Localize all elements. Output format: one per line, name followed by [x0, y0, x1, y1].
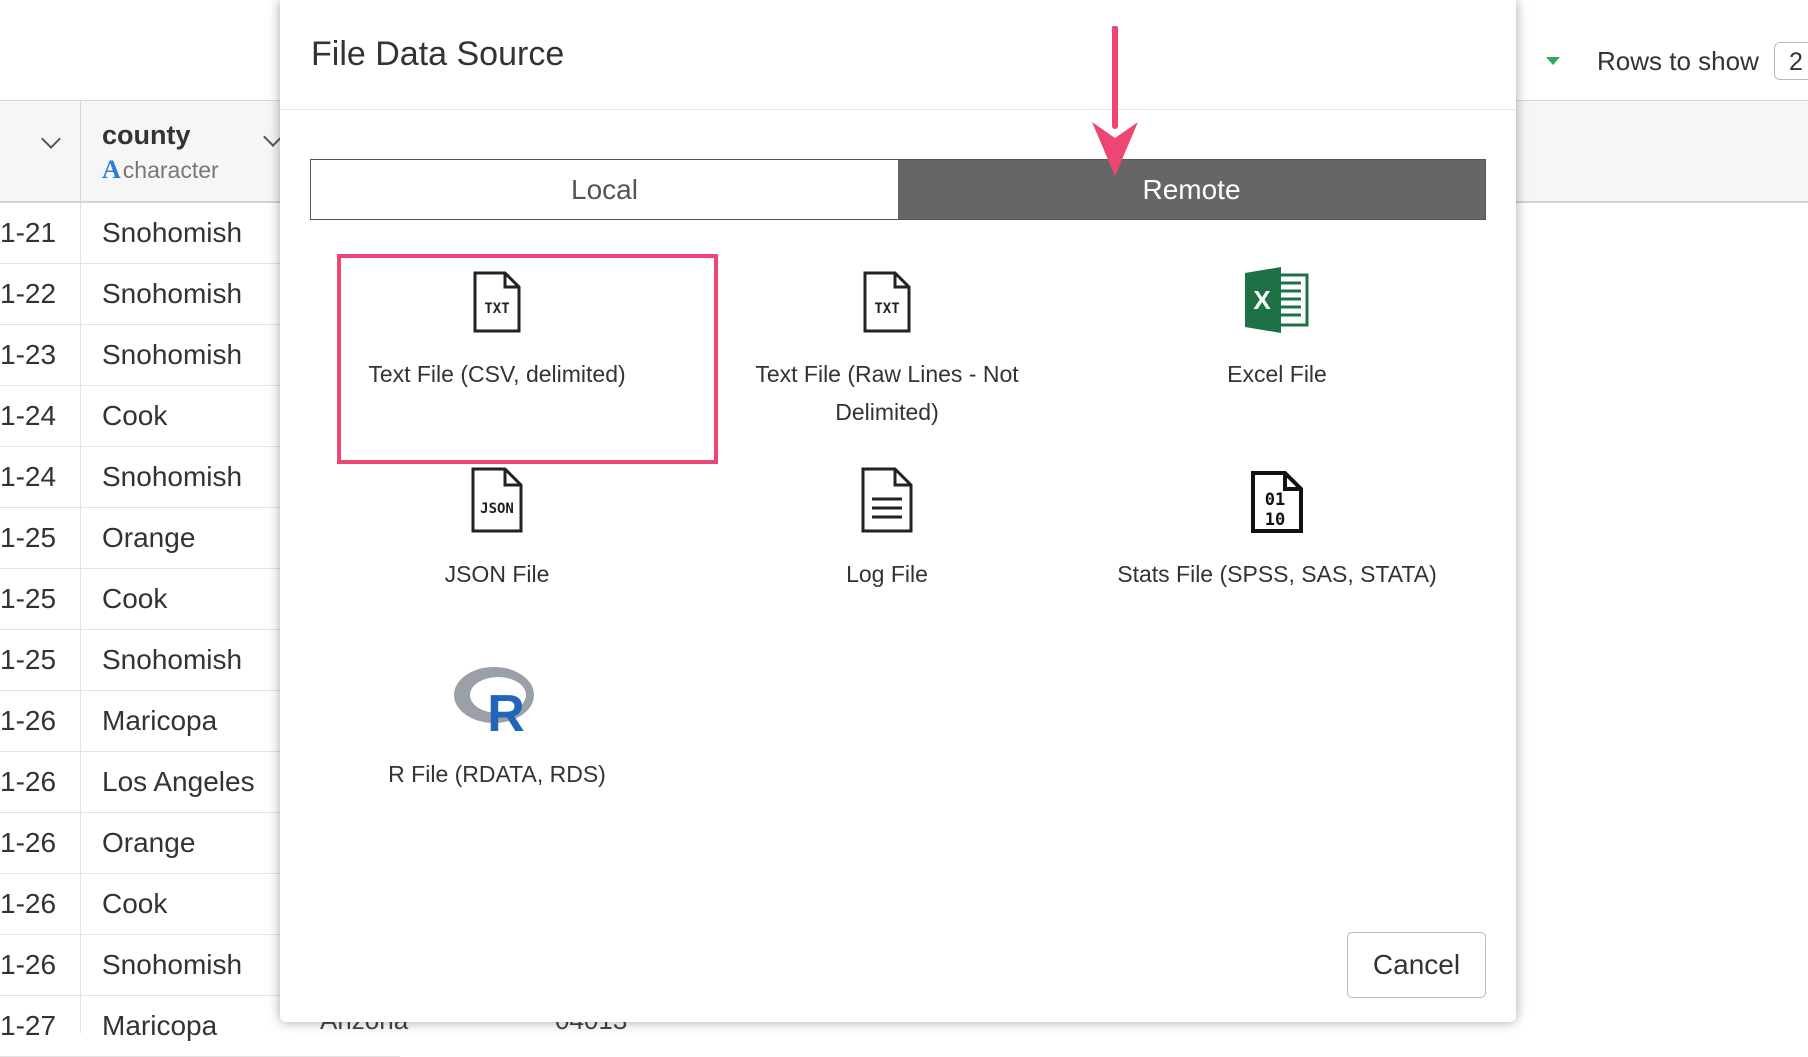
rows-to-show-label: Rows to show	[1597, 46, 1759, 76]
option-text-raw-lines[interactable]: TXT Text File (Raw Lines - Not Delimited…	[692, 263, 1082, 431]
county-cell: Cook	[102, 888, 168, 919]
option-label: Excel File	[1227, 361, 1327, 387]
date-cell: 1-26	[0, 766, 57, 797]
option-text-csv[interactable]: TXT Text File (CSV, delimited)	[302, 263, 692, 393]
date-cell: 1-27	[0, 1010, 57, 1041]
county-cell: Snohomish	[102, 461, 243, 492]
date-cell: 1-26	[0, 705, 57, 736]
excel-icon: X	[1245, 267, 1309, 333]
option-json[interactable]: JSON JSON File	[302, 463, 692, 593]
date-cell: 1-25	[0, 522, 57, 553]
txt-file-icon: TXT	[863, 271, 911, 333]
character-type-icon: A	[102, 155, 121, 184]
option-excel[interactable]: X Excel File	[1082, 263, 1472, 393]
tab-local[interactable]: Local	[311, 160, 898, 219]
file-data-source-dialog: File Data Source Local Remote TXT Text F…	[280, 0, 1516, 1022]
county-cell: Snohomish	[102, 949, 243, 980]
arrow-down-icon	[1092, 26, 1138, 176]
option-label: Log File	[846, 561, 928, 587]
county-cell: Los Angeles	[102, 766, 255, 797]
caret-down-icon[interactable]	[1546, 57, 1560, 65]
svg-text:TXT: TXT	[484, 301, 509, 317]
column-type-label: character	[122, 157, 219, 183]
option-label: R File (RDATA, RDS)	[388, 761, 606, 787]
binary-file-icon: 01 10	[1251, 471, 1303, 533]
date-cell: 1-23	[0, 339, 57, 370]
log-file-icon	[861, 467, 913, 533]
date-cell: 1-22	[0, 278, 57, 309]
date-cell: 1-25	[0, 644, 57, 675]
column-name[interactable]: county	[102, 120, 191, 151]
svg-text:10: 10	[1265, 510, 1285, 530]
cancel-button[interactable]: Cancel	[1347, 932, 1486, 998]
county-cell: Snohomish	[102, 217, 243, 248]
dialog-header: File Data Source	[280, 0, 1516, 110]
county-cell: Orange	[102, 827, 196, 858]
date-cell: 1-21	[0, 217, 57, 248]
date-cell: 1-24	[0, 400, 57, 431]
county-cell: Snohomish	[102, 278, 243, 309]
svg-text:X: X	[1253, 285, 1271, 315]
county-cell: Maricopa	[102, 705, 218, 736]
date-cell: 1-24	[0, 461, 57, 492]
county-cell: Snohomish	[102, 339, 243, 370]
svg-text:TXT: TXT	[874, 301, 899, 317]
json-file-icon: JSON	[471, 467, 523, 533]
date-cell: 1-26	[0, 888, 57, 919]
option-label: Stats File (SPSS, SAS, STATA)	[1117, 561, 1437, 587]
option-label: Text File (CSV, delimited)	[368, 361, 626, 387]
dialog-title: File Data Source	[311, 35, 565, 73]
svg-text:R: R	[487, 685, 525, 733]
column-type: Acharacter	[102, 155, 219, 185]
county-cell: Cook	[102, 583, 168, 614]
option-stats[interactable]: 01 10 Stats File (SPSS, SAS, STATA)	[1082, 463, 1472, 593]
r-logo-icon: R	[454, 667, 534, 733]
county-cell: Cook	[102, 400, 168, 431]
option-label: Text File (Raw Lines - Not Delimited)	[755, 361, 1019, 425]
rows-to-show-input[interactable]: 2	[1774, 42, 1808, 80]
svg-text:JSON: JSON	[480, 501, 514, 517]
county-cell: Orange	[102, 522, 196, 553]
option-label: JSON File	[444, 561, 550, 587]
svg-text:01: 01	[1265, 490, 1285, 510]
option-r-file[interactable]: R R File (RDATA, RDS)	[302, 663, 692, 793]
county-cell: Maricopa	[102, 1010, 218, 1041]
date-cell: 1-26	[0, 949, 57, 980]
txt-file-icon: TXT	[473, 271, 521, 333]
tab-remote[interactable]: Remote	[898, 160, 1485, 219]
source-tabs: Local Remote	[310, 159, 1486, 220]
county-cell: Snohomish	[102, 644, 243, 675]
option-log[interactable]: Log File	[692, 463, 1082, 593]
column-divider	[80, 101, 81, 201]
table-header-right	[1516, 101, 1808, 203]
date-cell: 1-25	[0, 583, 57, 614]
date-cell: 1-26	[0, 827, 57, 858]
